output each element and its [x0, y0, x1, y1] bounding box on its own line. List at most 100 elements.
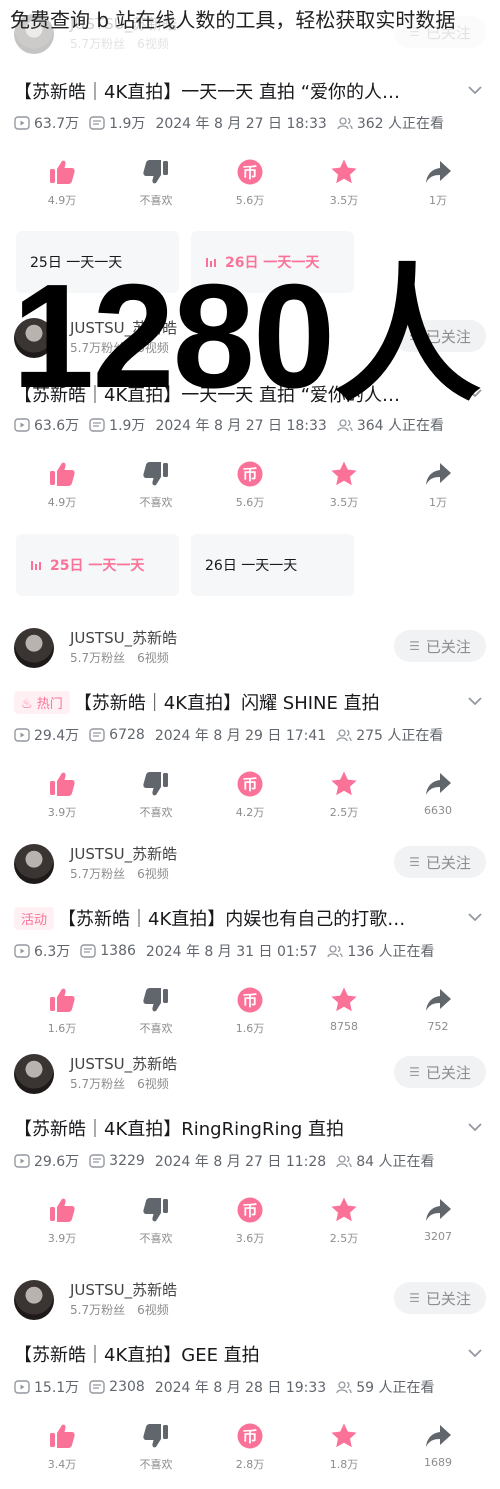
share-button[interactable]: 6630 [398, 770, 478, 817]
share-button[interactable]: 1万 [398, 158, 478, 208]
dislike-button[interactable]: 不喜欢 [116, 1196, 196, 1246]
share-count: 3207 [424, 1230, 452, 1243]
online-count: 362 人正在看 [356, 116, 445, 132]
menu-icon: ☰ [409, 639, 420, 653]
danmaku-count: 6728 [109, 727, 145, 743]
share-count: 1万 [429, 496, 447, 509]
coin-count: 5.6万 [235, 496, 265, 509]
chevron-down-icon[interactable] [464, 906, 486, 928]
avatar[interactable] [14, 1280, 54, 1320]
dislike-label: 不喜欢 [139, 806, 173, 819]
share-count: 1万 [429, 194, 447, 207]
video-count: 6视频 [137, 1303, 169, 1317]
uploader-meta: 5.7万粉丝 6视频 [70, 865, 181, 882]
svg-text:币: 币 [242, 164, 257, 182]
coin-icon: 币 [237, 1197, 263, 1223]
coin-button[interactable]: 币 1.6万 [210, 986, 290, 1036]
favorite-button[interactable]: 1.8万 [304, 1422, 384, 1472]
avatar[interactable] [14, 1054, 54, 1094]
action-bar: 3.9万 不喜欢 币 4.2万 2.5万 6630 [0, 770, 500, 830]
share-icon [426, 463, 451, 485]
dislike-label: 不喜欢 [139, 194, 173, 207]
publish-date: 2024 年 8 月 27 日 18:33 [155, 116, 327, 132]
favorite-button[interactable]: 3.5万 [304, 460, 384, 510]
share-button[interactable]: 1万 [398, 460, 478, 510]
coin-button[interactable]: 币 5.6万 [210, 460, 290, 510]
dislike-button[interactable]: 不喜欢 [116, 770, 196, 820]
uploader-name[interactable]: JUSTSU_苏新皓 [70, 1053, 177, 1074]
flame-icon: ♨ [21, 696, 33, 712]
video-title: 【苏新皓｜4K直拍】闪耀 SHINE 直拍 [73, 693, 380, 714]
coin-button[interactable]: 币 4.2万 [210, 770, 290, 820]
like-button[interactable]: 4.9万 [22, 460, 102, 510]
avatar[interactable] [14, 628, 54, 668]
svg-text:币: 币 [242, 1428, 257, 1446]
dislike-label: 不喜欢 [139, 496, 173, 509]
fans-count: 5.7万粉丝 [70, 1303, 126, 1317]
follow-button[interactable]: ☰ 已关注 [394, 1282, 486, 1314]
video-title-row[interactable]: 活动 【苏新皓｜4K直拍】内娱也有自己的打歌… [14, 904, 486, 932]
uploader-name[interactable]: JUSTSU_苏新皓 [70, 627, 177, 648]
dislike-button[interactable]: 不喜欢 [116, 158, 196, 208]
coin-button[interactable]: 币 2.8万 [210, 1422, 290, 1472]
share-button[interactable]: 752 [398, 986, 478, 1033]
like-button[interactable]: 4.9万 [22, 158, 102, 208]
video-title: 【苏新皓｜4K直拍】一天一天 直拍 “爱你的人… [14, 82, 401, 103]
star-icon [331, 461, 357, 486]
favorite-button[interactable]: 8758 [304, 986, 384, 1033]
chevron-down-icon[interactable] [464, 690, 486, 712]
thumbs-up-icon [50, 988, 75, 1012]
coin-count: 5.6万 [235, 194, 265, 207]
uploader-name[interactable]: JUSTSU_苏新皓 [70, 1279, 177, 1300]
thumbs-down-icon [143, 462, 168, 486]
danmaku-icon [89, 728, 105, 742]
dislike-button[interactable]: 不喜欢 [116, 1422, 196, 1472]
video-title-row[interactable]: 【苏新皓｜4K直拍】RingRingRing 直拍 [14, 1114, 486, 1142]
chevron-down-icon[interactable] [464, 1116, 486, 1138]
share-count: 1689 [424, 1456, 452, 1469]
favorite-button[interactable]: 2.5万 [304, 770, 384, 820]
follow-button[interactable]: ☰ 已关注 [394, 630, 486, 662]
like-button[interactable]: 1.6万 [22, 986, 102, 1036]
video-title-row[interactable]: ♨ 热门 【苏新皓｜4K直拍】闪耀 SHINE 直拍 [14, 688, 486, 716]
episode-card[interactable]: 26日 一天一天 [191, 534, 354, 596]
favorite-button[interactable]: 3.5万 [304, 158, 384, 208]
share-icon [426, 1425, 451, 1447]
coin-button[interactable]: 币 5.6万 [210, 158, 290, 208]
coin-button[interactable]: 币 3.6万 [210, 1196, 290, 1246]
play-count-icon [14, 418, 30, 432]
episode-card-active[interactable]: 25日 一天一天 [16, 534, 179, 596]
dislike-button[interactable]: 不喜欢 [116, 986, 196, 1036]
avatar[interactable] [14, 844, 54, 884]
viewers-icon [337, 419, 353, 432]
danmaku-icon [89, 116, 105, 130]
like-button[interactable]: 3.4万 [22, 1422, 102, 1472]
viewers-icon [327, 945, 343, 958]
chevron-down-icon[interactable] [464, 79, 486, 101]
video-stats: 6.3万 1386 2024 年 8 月 31 日 01:57 136 人正在看 [14, 940, 486, 962]
coin-count: 4.2万 [235, 806, 265, 819]
share-button[interactable]: 3207 [398, 1196, 478, 1243]
video-title-row[interactable]: 【苏新皓｜4K直拍】一天一天 直拍 “爱你的人… [14, 77, 486, 105]
uploader-header: JUSTSU_苏新皓 5.7万粉丝 6视频 ☰ 已关注 [14, 1276, 486, 1322]
share-button[interactable]: 1689 [398, 1422, 478, 1469]
chevron-down-icon[interactable] [464, 1342, 486, 1364]
follow-button[interactable]: ☰ 已关注 [394, 846, 486, 878]
fans-count: 5.7万粉丝 [70, 867, 126, 881]
coin-icon: 币 [237, 987, 263, 1013]
follow-button[interactable]: ☰ 已关注 [394, 1056, 486, 1088]
uploader-name[interactable]: JUSTSU_苏新皓 [70, 843, 177, 864]
dislike-button[interactable]: 不喜欢 [116, 460, 196, 510]
favorite-button[interactable]: 2.5万 [304, 1196, 384, 1246]
episode-label: 26日 一天一天 [205, 558, 298, 574]
video-title-row[interactable]: 【苏新皓｜4K直拍】GEE 直拍 [14, 1340, 486, 1368]
like-button[interactable]: 3.9万 [22, 1196, 102, 1246]
danmaku-icon [80, 944, 96, 958]
star-icon [331, 1423, 357, 1448]
tag-label: 热门 [36, 696, 63, 712]
video-title: 【苏新皓｜4K直拍】内娱也有自己的打歌… [58, 909, 406, 930]
coin-icon: 币 [237, 771, 263, 797]
hot-tag: ♨ 热门 [14, 690, 70, 714]
like-button[interactable]: 3.9万 [22, 770, 102, 820]
coin-icon: 币 [237, 1423, 263, 1449]
